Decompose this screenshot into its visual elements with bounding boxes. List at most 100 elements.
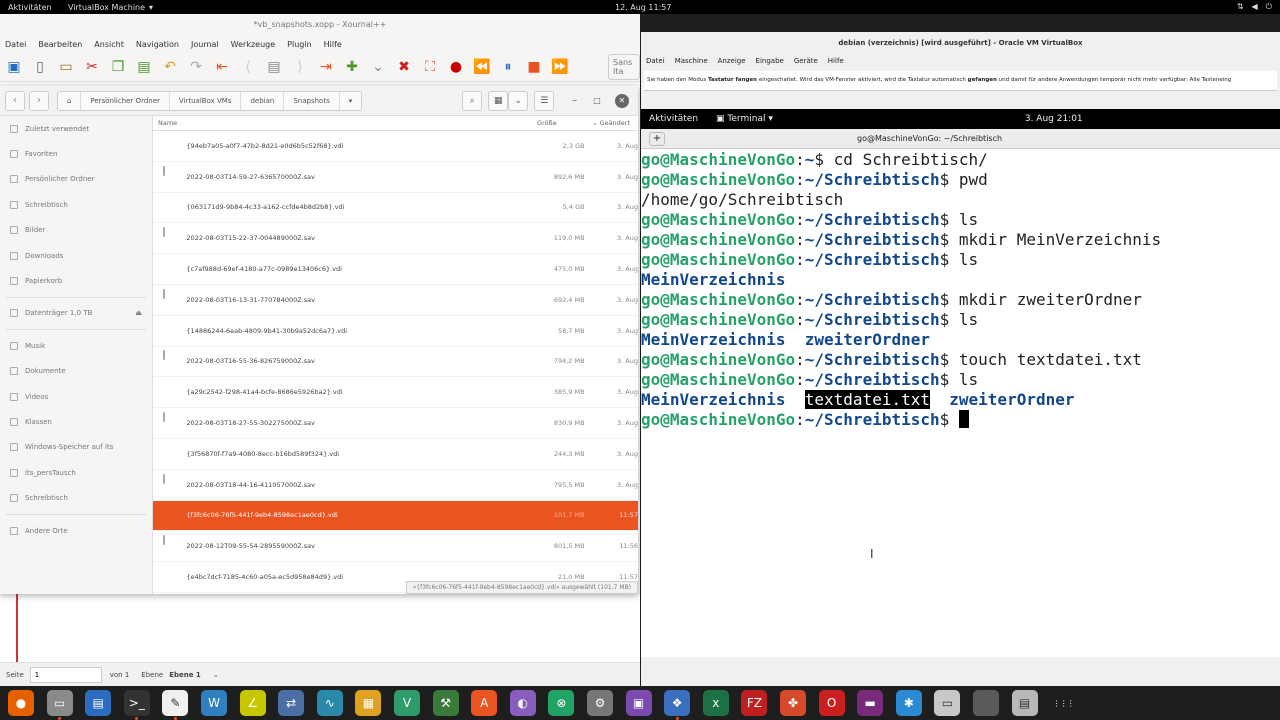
cut-icon[interactable]: ✂: [83, 58, 101, 76]
new-page-icon[interactable]: ▯: [31, 58, 49, 76]
table-row[interactable]: 2022-08-03T14-59-27-636570000Z.sav 892,6 …: [153, 162, 638, 193]
table-row[interactable]: {94eb7a05-a0f7-47b2-8d21-e0d6b5c52f68}.v…: [153, 131, 638, 162]
search-icon[interactable]: ⌕: [462, 90, 483, 111]
puzzle-icon[interactable]: ✤: [780, 690, 806, 716]
table-row[interactable]: {c7af988d-69ef-4180-a77c-0989e13406c6}.v…: [153, 254, 638, 285]
forward-button[interactable]: ›: [29, 90, 49, 111]
view-options-icon[interactable]: ⌄: [508, 90, 529, 111]
back-icon[interactable]: ⟨: [239, 58, 257, 76]
undo-icon[interactable]: ↶: [161, 58, 179, 76]
sidebar-item[interactable]: Videos: [0, 384, 152, 409]
table-row[interactable]: {14886244-6eab-4809-9b41-30b9a52dc6a7}.v…: [153, 316, 638, 347]
calculator-icon[interactable]: ▦: [355, 690, 382, 716]
goto-page-icon[interactable]: ▤: [265, 58, 283, 76]
chevron-down-icon[interactable]: ▾: [340, 92, 362, 110]
forward-icon[interactable]: ⟩: [291, 58, 309, 76]
sidebar-item[interactable]: Datenträger 1,0 TB ⏏: [0, 301, 152, 326]
sidebar-item[interactable]: Favoriten: [0, 141, 152, 166]
breadcrumb-item[interactable]: Snapshots: [284, 91, 340, 110]
virtualbox-icon[interactable]: ❖: [664, 690, 691, 716]
menu-item[interactable]: Eingabe: [756, 57, 784, 65]
stop-icon[interactable]: ■: [525, 58, 543, 76]
apps-grid-icon[interactable]: ⋮⋮⋮: [1050, 690, 1077, 716]
firefox-icon[interactable]: ●: [8, 690, 34, 716]
clock[interactable]: 12. Aug 11:57: [615, 3, 671, 12]
menu-item[interactable]: Hilfe: [828, 57, 844, 65]
edge-icon[interactable]: ⊗: [548, 690, 575, 716]
menu-item[interactable]: Journal: [191, 40, 219, 49]
table-row[interactable]: 2022-08-03T18-27-55-302275000Z.sav 830,9 …: [153, 408, 638, 439]
table-row[interactable]: {f3fc6c06-76f5-441f-9eb4-8598ec1ae0cd}.v…: [153, 500, 638, 532]
copy-icon[interactable]: ❐: [109, 58, 127, 76]
pause-icon[interactable]: ⏸: [499, 58, 517, 76]
archive-icon[interactable]: ▤: [1011, 690, 1038, 716]
dropdown-icon[interactable]: ⌄: [369, 58, 387, 76]
screen-icon[interactable]: ▬: [857, 690, 884, 716]
table-row[interactable]: 2022-08-03T15-22-37-004489000Z.sav 119,0 …: [153, 223, 638, 255]
close-icon[interactable]: ✕: [614, 93, 629, 108]
menu-icon[interactable]: ☰: [534, 90, 555, 111]
last-page-icon[interactable]: ⇥: [317, 58, 335, 76]
breadcrumb-item[interactable]: debian: [241, 91, 285, 110]
wave-icon[interactable]: W: [201, 690, 227, 716]
bluetooth-icon[interactable]: ✱: [895, 690, 922, 716]
vb-machine-icon[interactable]: [973, 690, 999, 716]
filezilla-icon[interactable]: FZ: [741, 690, 768, 716]
app-menu[interactable]: VirtualBox Machine ▾: [68, 3, 153, 12]
document-page[interactable]: [0, 594, 640, 664]
menu-item[interactable]: Ansicht: [94, 40, 124, 49]
breadcrumb-item[interactable]: VirtualBox VMs: [170, 91, 242, 110]
guest-app-menu[interactable]: ▣ Terminal ▾: [716, 114, 773, 124]
table-row[interactable]: {a29c2542-f298-41a4-bcfe-8686e5926ba2}.v…: [153, 377, 638, 409]
sidebar-item[interactable]: Windows-Speicher auf its: [0, 435, 152, 460]
delete-page-icon[interactable]: ✖: [395, 58, 413, 76]
opera-icon[interactable]: O: [818, 690, 845, 716]
redo-icon[interactable]: ↷: [187, 58, 205, 76]
menu-item[interactable]: Hilfe: [324, 40, 342, 49]
font-selector[interactable]: Sans Ita: [608, 53, 640, 80]
sidebar-item[interactable]: Downloads: [0, 243, 152, 268]
open-icon[interactable]: ▭: [57, 58, 75, 76]
table-row[interactable]: 2022-08-03T16-55-36-826759000Z.sav 794,2 …: [153, 347, 638, 378]
save-icon[interactable]: ▣: [5, 58, 23, 76]
sidebar-item[interactable]: Schreibtisch: [0, 485, 152, 510]
sidebar-item[interactable]: Schreibtisch: [0, 192, 152, 217]
breadcrumb-item[interactable]: Persönlicher Ordner: [81, 91, 170, 110]
gallery-icon[interactable]: ▣: [625, 690, 652, 716]
guest-screen[interactable]: Aktivitäten ▣ Terminal ▾ 3. Aug 21:01 + …: [641, 109, 1280, 657]
writer-icon[interactable]: ▤: [85, 690, 112, 716]
menu-item[interactable]: Werkzeuge: [231, 40, 275, 49]
vector-icon[interactable]: V: [394, 690, 420, 716]
grid-view-icon[interactable]: ▦: [488, 90, 509, 111]
paste-icon[interactable]: ▤: [135, 58, 153, 76]
sidebar-item[interactable]: Papierkorb: [0, 268, 152, 293]
excel-icon[interactable]: x: [702, 690, 729, 716]
menu-item[interactable]: Datei: [646, 57, 665, 65]
maximize-icon[interactable]: □: [593, 96, 601, 105]
mixer-icon[interactable]: ◐: [509, 690, 536, 716]
activities-button[interactable]: Aktivitäten: [8, 3, 52, 12]
menu-item[interactable]: Geräte: [794, 57, 818, 65]
new-tab-icon[interactable]: +: [649, 131, 665, 146]
sidebar-item[interactable]: Persönlicher Ordner: [0, 167, 152, 192]
sidebar-item[interactable]: Klassen: [0, 409, 152, 434]
sidebar-item[interactable]: Andere Orte: [0, 518, 152, 543]
tool-icon[interactable]: ⚒: [432, 690, 459, 716]
terminal-icon[interactable]: >_: [123, 690, 150, 716]
settings-icon[interactable]: ⚙: [587, 690, 613, 716]
system-tray[interactable]: ⇅ ◀ ⏻: [1237, 2, 1272, 12]
store-icon[interactable]: A: [471, 690, 498, 716]
fast-forward-icon[interactable]: ⏩: [551, 58, 569, 76]
menu-item[interactable]: Datei: [5, 40, 26, 49]
fullscreen-icon[interactable]: ⛶: [421, 58, 439, 76]
column-date[interactable]: ⌄ Geändert: [592, 119, 637, 127]
menu-item[interactable]: Bearbeiten: [38, 40, 82, 49]
eject-icon[interactable]: ⏏: [135, 309, 142, 317]
xournal-icon[interactable]: ✎: [162, 690, 189, 716]
menu-item[interactable]: Maschine: [675, 57, 708, 65]
table-row[interactable]: {063171d9-9b84-4c33-a162-ccfde4b8d2b8}.v…: [153, 193, 638, 224]
table-row[interactable]: {3f56870f-f7a9-4080-8ecc-b16bd589f324}.v…: [153, 439, 638, 470]
column-size[interactable]: Größe: [537, 119, 592, 127]
scope-icon[interactable]: ∿: [316, 690, 343, 716]
first-page-icon[interactable]: ⇤: [213, 58, 231, 76]
